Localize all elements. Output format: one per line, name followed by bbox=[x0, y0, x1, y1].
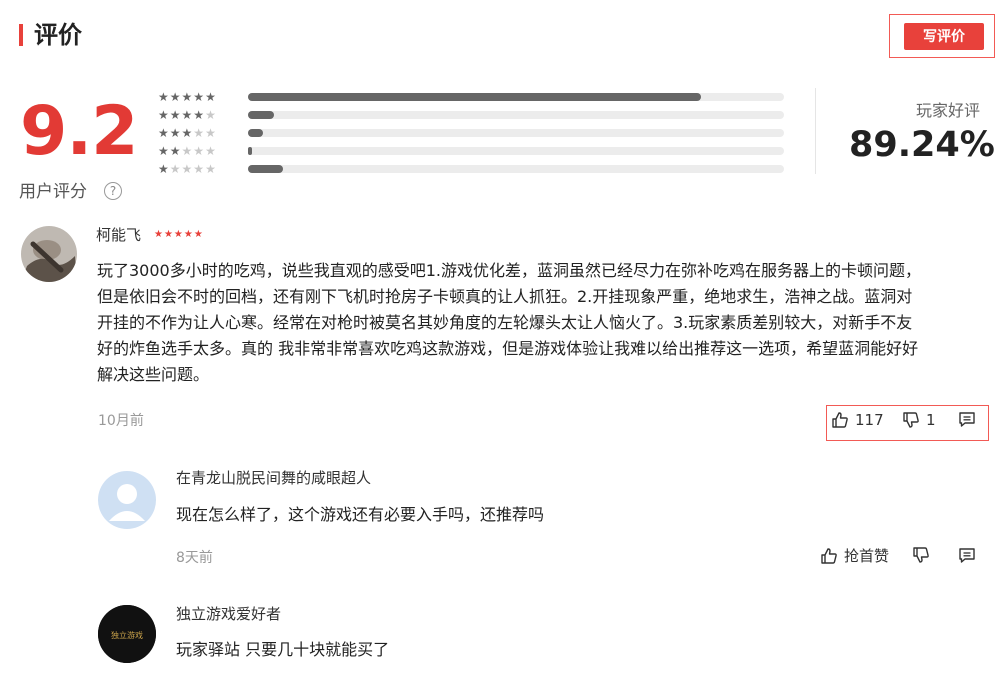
write-review-button[interactable]: 写评价 bbox=[904, 23, 984, 50]
comment-text-line: 开挂的不作为让人心寒。经常在对枪时被莫名其妙角度的左轮爆头太让人恼火了。3.玩家… bbox=[97, 313, 913, 332]
rating-bar-fill bbox=[248, 129, 263, 137]
rating-bar-row: ★★★★★ bbox=[158, 160, 788, 178]
dislike-button[interactable]: 1 bbox=[902, 410, 936, 430]
rating-bar-track bbox=[248, 93, 784, 101]
comment-text-line: 但是依旧会不时的回档，还有刚下飞机时抢房子卡顿真的让人抓狂。2.开挂现象严重，绝… bbox=[97, 287, 913, 306]
thumbs-down-icon bbox=[913, 547, 929, 563]
reply-username[interactable]: 独立游戏爱好者 bbox=[176, 603, 281, 625]
comment-text-line: 解决这些问题。 bbox=[97, 365, 210, 384]
comment-text-line: 好的炸鱼选手太多。真的 我非常非常喜欢吃鸡这款游戏，但是游戏体验让我难以给出推荐… bbox=[97, 339, 919, 358]
user-photo-icon bbox=[21, 226, 77, 282]
score-label: 用户评分 bbox=[19, 182, 87, 202]
avatar[interactable] bbox=[98, 471, 156, 529]
rating-bar-track bbox=[248, 129, 784, 137]
positive-rate-label: 玩家好评 bbox=[916, 101, 981, 120]
rating-bar-row: ★★★★★ bbox=[158, 106, 788, 124]
comment-time: 10月前 bbox=[98, 413, 144, 429]
rating-bar-track bbox=[248, 165, 784, 173]
svg-text:独立游戏: 独立游戏 bbox=[111, 630, 143, 640]
like-count: 117 bbox=[855, 411, 884, 429]
help-icon[interactable]: ? bbox=[104, 182, 122, 200]
comment-text-line: 玩了3000多小时的吃鸡，说些我直观的感受吧1.游戏优化差，蓝洞虽然已经尽力在弥… bbox=[97, 261, 921, 280]
rating-bar-fill bbox=[248, 147, 253, 155]
reply-text: 现在怎么样了，这个游戏还有必要入手吗，还推荐吗 bbox=[176, 505, 545, 524]
section-title: 评价 bbox=[34, 21, 82, 49]
comment-icon bbox=[959, 548, 975, 563]
thumbs-up-icon bbox=[832, 412, 848, 428]
reply-button[interactable] bbox=[958, 546, 976, 564]
dislike-button[interactable] bbox=[912, 546, 930, 564]
rating-bar-row: ★★★★★ bbox=[158, 88, 788, 106]
like-button[interactable]: 117 bbox=[831, 410, 884, 430]
reply-text: 玩家驿站 只要几十块就能买了 bbox=[176, 640, 390, 659]
avatar[interactable] bbox=[21, 226, 77, 282]
comment-rating-stars: ★★★★★ bbox=[154, 229, 204, 240]
positive-rate-value: 89.24% bbox=[849, 125, 995, 165]
logo-avatar-icon: 独立游戏 bbox=[98, 605, 156, 663]
star-level-icon: ★★★★★ bbox=[158, 126, 217, 140]
comment-icon bbox=[959, 412, 975, 427]
average-score: 9.2 bbox=[20, 92, 138, 171]
rating-bar-fill bbox=[248, 165, 283, 173]
reply-time: 8天前 bbox=[176, 550, 213, 566]
star-level-icon: ★★★★★ bbox=[158, 108, 217, 122]
comment-text: 玩了3000多小时的吃鸡，说些我直观的感受吧1.游戏优化差，蓝洞虽然已经尽力在弥… bbox=[97, 258, 997, 388]
avatar[interactable]: 独立游戏 bbox=[98, 605, 156, 663]
star-level-icon: ★★★★★ bbox=[158, 90, 217, 104]
like-label: 抢首赞 bbox=[844, 547, 890, 565]
rating-bar-track bbox=[248, 111, 784, 119]
thumbs-up-icon bbox=[821, 548, 837, 564]
rating-bar-fill bbox=[248, 93, 701, 101]
rating-bar-fill bbox=[248, 111, 274, 119]
rating-bar-row: ★★★★★ bbox=[158, 124, 788, 142]
like-button[interactable]: 抢首赞 bbox=[820, 546, 889, 566]
dislike-count: 1 bbox=[926, 411, 936, 429]
comment-username[interactable]: 柯能飞 bbox=[96, 224, 141, 246]
reply-button[interactable] bbox=[958, 410, 976, 428]
title-accent-bar bbox=[19, 24, 23, 46]
star-level-icon: ★★★★★ bbox=[158, 162, 217, 176]
rating-bar-row: ★★★★★ bbox=[158, 142, 788, 160]
star-level-icon: ★★★★★ bbox=[158, 144, 217, 158]
divider bbox=[815, 88, 816, 174]
reply-username[interactable]: 在青龙山脱民间舞的咸眼超人 bbox=[176, 467, 371, 489]
thumbs-down-icon bbox=[903, 412, 919, 428]
rating-bar-track bbox=[248, 147, 784, 155]
default-avatar-icon bbox=[98, 471, 156, 529]
